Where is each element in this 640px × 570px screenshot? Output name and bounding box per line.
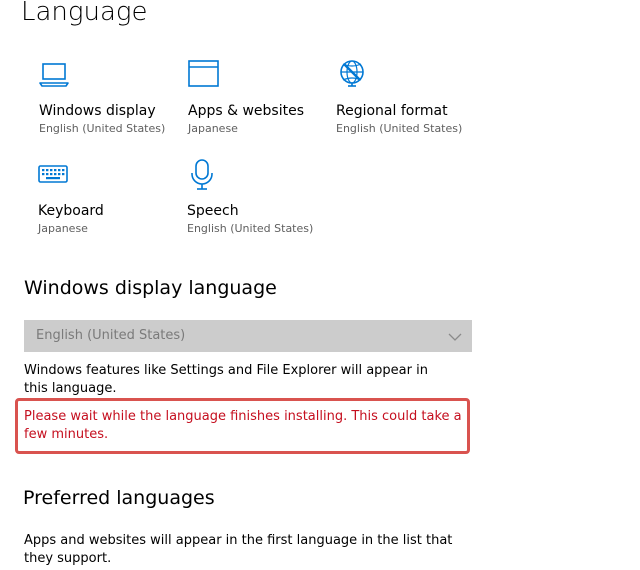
display-language-description: Windows features like Settings and File …	[24, 363, 428, 396]
tile-keyboard[interactable]: Keyboard Japanese	[38, 158, 178, 248]
tile-speech[interactable]: Speech English (United States)	[187, 158, 327, 248]
tile-sublabel: English (United States)	[187, 222, 314, 235]
install-warning-message: Please wait while the language finishes …	[24, 409, 462, 442]
chevron-down-icon	[448, 329, 462, 343]
section-heading-display-language: Windows display language	[24, 277, 277, 299]
tile-sublabel: English (United States)	[336, 122, 463, 135]
tile-label: Regional format	[336, 103, 448, 119]
page-title: Language	[21, 0, 148, 27]
browser-window-icon	[188, 58, 222, 92]
tile-windows-display[interactable]: Windows display English (United States)	[39, 58, 179, 148]
tile-sublabel: Japanese	[188, 122, 238, 135]
tile-regional-format[interactable]: Regional format English (United States)	[336, 58, 476, 148]
display-language-dropdown[interactable]: English (United States)	[24, 320, 472, 352]
tile-sublabel: English (United States)	[39, 122, 166, 135]
keyboard-icon	[38, 158, 72, 192]
dropdown-selected-value: English (United States)	[36, 328, 186, 343]
tile-apps-websites[interactable]: Apps & websites Japanese	[188, 58, 328, 148]
preferred-languages-description: Apps and websites will appear in the fir…	[24, 533, 453, 566]
microphone-icon	[187, 158, 221, 192]
tile-label: Windows display	[39, 103, 156, 119]
tile-label: Keyboard	[38, 203, 104, 219]
section-heading-preferred-languages: Preferred languages	[23, 487, 215, 509]
tile-label: Apps & websites	[188, 103, 304, 119]
tile-sublabel: Japanese	[38, 222, 88, 235]
tile-label: Speech	[187, 203, 239, 219]
language-settings-page: Language Windows display English (United…	[0, 0, 640, 570]
globe-icon	[336, 58, 370, 92]
laptop-icon	[39, 58, 73, 92]
